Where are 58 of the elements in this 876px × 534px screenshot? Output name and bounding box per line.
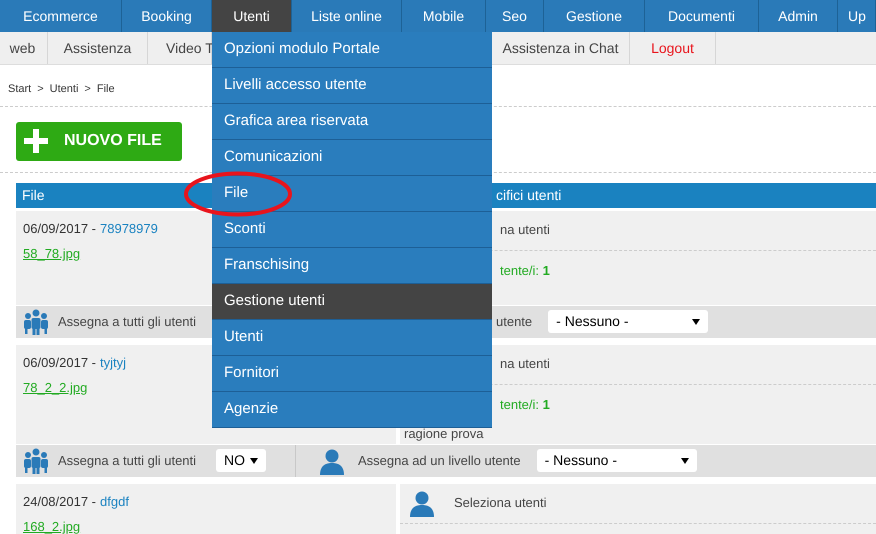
assign-all-label: Assegna a tutti gli utenti (58, 452, 198, 470)
select-users-link[interactable]: na utenti (500, 354, 550, 374)
caret-icon (250, 458, 258, 464)
users-count: tente/i: 1 (500, 262, 550, 280)
dropdown-select[interactable]: - Nessuno - (536, 449, 697, 472)
caret-icon (692, 318, 700, 324)
nav-link[interactable]: Assistenza (48, 32, 148, 64)
nav-tab[interactable]: Up (848, 6, 866, 26)
filename-link[interactable]: 168_2.jpg (23, 517, 80, 534)
assign-level-label: utente (496, 312, 532, 331)
column-header: cifici utenti (496, 186, 562, 204)
dropdown-select[interactable]: NO (216, 449, 266, 472)
menu-item[interactable]: Grafica area riservata (212, 104, 492, 140)
select-value: - Nessuno - (544, 451, 617, 470)
file-title-link[interactable]: 78978979 (100, 218, 158, 238)
column-header: File (22, 186, 45, 204)
select-users-link[interactable]: na utenti (500, 220, 550, 240)
select-users-link[interactable]: Seleziona utenti (454, 493, 547, 513)
select-value: - Nessuno - (556, 312, 629, 331)
nav-tab[interactable]: Liste online (311, 6, 382, 26)
nav-link[interactable]: web (0, 32, 48, 64)
new-file-button[interactable]: NUOVO FILE (16, 122, 182, 160)
menu-item[interactable]: Comunicazioni (212, 140, 492, 176)
dropdown-select[interactable]: - Nessuno - (548, 310, 708, 333)
filename-link[interactable]: 58_78.jpg (23, 244, 80, 264)
group-icon (22, 308, 50, 336)
person-icon (318, 446, 346, 474)
menu-item[interactable]: Gestione utenti (212, 284, 492, 320)
breadcrumb-link[interactable]: Start (8, 81, 32, 98)
plus-icon (24, 129, 48, 153)
nav-tab[interactable]: Ecommerce (23, 6, 98, 26)
nav-tab[interactable]: Documenti (668, 6, 735, 26)
file-date: 06/09/2017 - (23, 220, 96, 238)
nav-tab[interactable]: Mobile (422, 6, 464, 26)
users-count: tente/i: 1 (500, 396, 550, 414)
breadcrumb-link[interactable]: Utenti (50, 81, 78, 98)
file-date: 06/09/2017 - (23, 354, 96, 372)
nav-tab[interactable]: Admin (778, 6, 818, 26)
assign-all-label: Assegna a tutti gli utenti (58, 312, 198, 331)
file-title-link[interactable]: tyjtyj (100, 352, 126, 372)
nav-tab[interactable]: Seo (502, 6, 527, 26)
person-icon (408, 489, 436, 517)
nav-tab[interactable]: Gestione (566, 6, 622, 26)
assign-level-label: Assegna ad un livello utente (358, 452, 521, 470)
group-icon (22, 446, 50, 474)
file-date: 24/08/2017 - (23, 492, 96, 510)
nav-link[interactable]: Assistenza in Chat (492, 32, 630, 64)
reason-text: ragione prova (403, 425, 484, 443)
nav-link[interactable]: Logout (630, 32, 716, 64)
breadcrumb-link[interactable]: File (96, 81, 115, 98)
breadcrumb-separator: > (37, 82, 44, 97)
nav-tab[interactable]: Booking (141, 6, 192, 26)
filename-link[interactable]: 78_2_2.jpg (23, 378, 88, 398)
menu-item[interactable]: Livelli accesso utente (212, 68, 492, 104)
select-value: NO (224, 451, 245, 470)
file-title-link[interactable]: dfgdf (100, 492, 129, 511)
breadcrumb-separator: > (84, 82, 91, 97)
caret-icon (680, 458, 689, 464)
